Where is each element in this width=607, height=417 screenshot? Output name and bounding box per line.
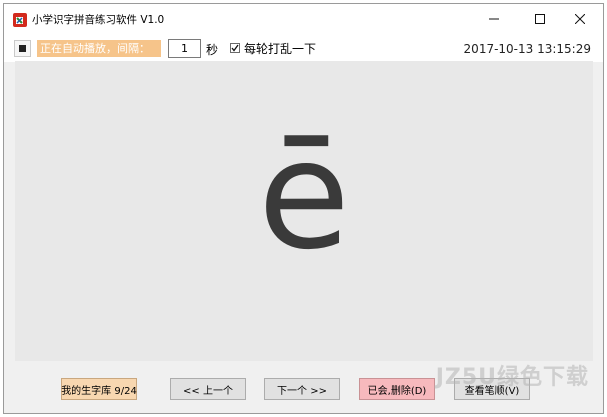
close-button[interactable] xyxy=(557,4,603,34)
interval-input[interactable] xyxy=(168,39,201,58)
shuffle-checkbox[interactable] xyxy=(230,43,240,53)
minimize-icon xyxy=(489,18,499,20)
button-bar: 我的生字库 9/24 << 上一个 下一个 >> 已会,删除(D) 查看笔顺(V… xyxy=(4,361,603,413)
checkmark-icon xyxy=(231,44,239,52)
my-library-button[interactable]: 我的生字库 9/24 xyxy=(61,378,137,400)
seconds-label: 秒 xyxy=(206,43,219,57)
shuffle-label[interactable]: 每轮打乱一下 xyxy=(244,40,316,57)
autoplay-status: 正在自动播放，间隔： xyxy=(37,40,161,57)
next-button[interactable]: 下一个 >> xyxy=(264,378,340,400)
previous-button[interactable]: << 上一个 xyxy=(170,378,246,400)
close-icon xyxy=(575,14,585,24)
window-title: 小学识字拼音练习软件 V1.0 xyxy=(32,14,165,26)
view-strokes-button[interactable]: 查看笔顺(V) xyxy=(454,378,530,400)
current-pinyin: ē xyxy=(257,109,351,283)
toolbar: 正在自动播放，间隔： 秒 每轮打乱一下 2017-10-13 13:15:29 xyxy=(4,34,603,62)
pinyin-display: ē xyxy=(15,61,593,361)
stop-icon xyxy=(19,45,26,52)
app-logo-icon xyxy=(13,12,27,27)
current-datetime: 2017-10-13 13:15:29 xyxy=(463,42,591,56)
title-bar: 小学识字拼音练习软件 V1.0 xyxy=(4,4,603,34)
stop-button[interactable] xyxy=(14,40,31,57)
mastered-delete-button[interactable]: 已会,删除(D) xyxy=(359,378,435,400)
maximize-icon xyxy=(535,14,545,24)
minimize-button[interactable] xyxy=(471,4,517,34)
app-window: 小学识字拼音练习软件 V1.0 正在自动播放，间隔： 秒 每轮打乱一下 2017… xyxy=(3,3,604,414)
